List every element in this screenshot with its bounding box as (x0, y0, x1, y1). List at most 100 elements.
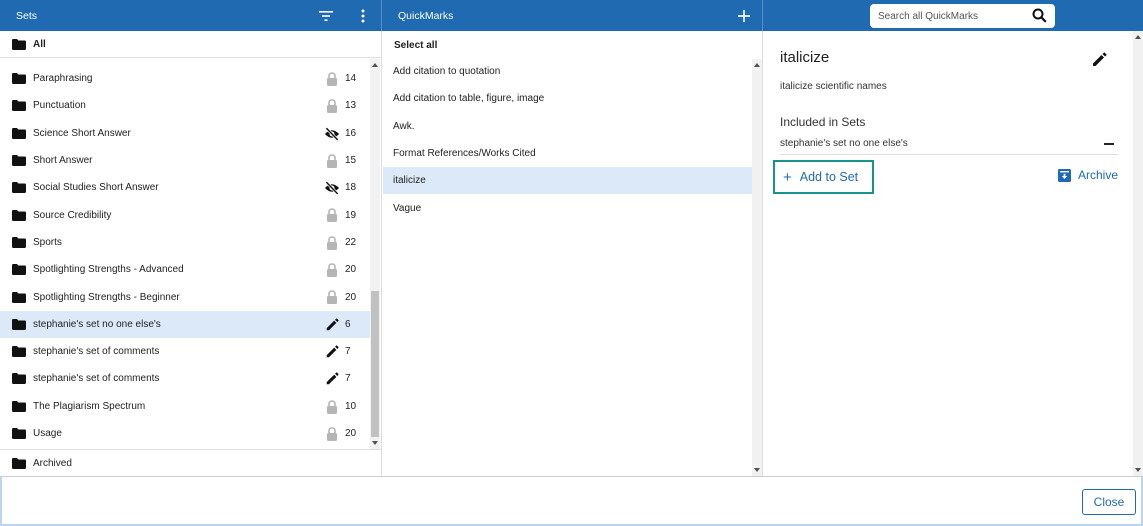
search-input[interactable] (878, 10, 1028, 22)
folder-icon (12, 373, 26, 385)
close-button[interactable]: Close (1082, 489, 1136, 515)
quickmark-list-item[interactable]: Format References/Works Cited (383, 140, 752, 167)
quickmark-list-item[interactable]: italicize (383, 167, 752, 195)
sets-scrollbar[interactable] (370, 59, 380, 449)
pencil-icon[interactable] (324, 344, 340, 360)
set-count: 20 (345, 264, 357, 276)
set-label: stephanie's set of comments (33, 373, 160, 385)
set-label: Science Short Answer (33, 127, 131, 139)
set-count: 15 (345, 155, 357, 167)
quickmarks-scrollbar[interactable] (752, 59, 762, 476)
lock-icon (324, 426, 340, 442)
set-list-item[interactable]: Science Short Answer 16 (0, 120, 370, 147)
included-set-label: stephanie's set no one else's (780, 138, 908, 149)
search-icon[interactable] (1032, 8, 1047, 26)
set-list-item[interactable]: stephanie's set of comments 7 (0, 338, 370, 365)
lock-icon (324, 153, 340, 169)
set-label: stephanie's set of comments (33, 346, 160, 358)
set-label: Punctuation (33, 100, 86, 112)
scroll-down-arrow[interactable] (372, 441, 378, 445)
folder-icon (12, 182, 26, 194)
set-count: 20 (345, 291, 357, 303)
edit-pencil-icon[interactable] (1091, 52, 1107, 68)
pencil-icon[interactable] (324, 371, 340, 387)
set-count: 6 (345, 318, 351, 330)
set-count: 20 (345, 428, 357, 439)
remove-minus-icon[interactable] (1104, 143, 1114, 145)
filter-icon[interactable] (317, 7, 335, 25)
folder-icon (12, 346, 26, 358)
included-in-sets-heading: Included in Sets (780, 115, 866, 129)
lock-icon (324, 289, 340, 305)
scroll-up-arrow[interactable] (372, 63, 378, 67)
scroll-up-arrow[interactable] (1135, 35, 1141, 39)
set-list-item[interactable]: The Plagiarism Spectrum 10 (0, 393, 370, 420)
quickmarks-header: QuickMarks (383, 0, 763, 31)
set-label: The Plagiarism Spectrum (33, 400, 146, 412)
dialog-footer: Close (0, 476, 1143, 526)
sets-archived-row[interactable]: Archived (0, 449, 382, 476)
quickmark-list-item[interactable]: Vague (383, 194, 752, 221)
lock-icon (324, 207, 340, 223)
set-label: Source Credibility (33, 209, 112, 221)
set-count: 18 (345, 182, 357, 194)
folder-icon (12, 264, 26, 276)
search-quickmarks[interactable] (870, 4, 1055, 28)
select-all-link[interactable]: Select all (394, 40, 437, 51)
eye-off-icon (324, 180, 340, 196)
quickmark-list-item[interactable]: Add citation to table, figure, image (383, 85, 752, 112)
set-list-item[interactable]: Social Studies Short Answer 18 (0, 174, 370, 201)
set-list-item[interactable]: stephanie's set no one else's 6 (0, 310, 370, 338)
quickmark-label: Vague (393, 202, 422, 214)
set-label: Social Studies Short Answer (33, 182, 159, 194)
set-list-item[interactable]: Spotlighting Strengths - Advanced 20 (0, 256, 370, 283)
set-list-item[interactable]: Paraphrasing 14 (0, 65, 370, 92)
set-list-item[interactable]: Spotlighting Strengths - Beginner 20 (0, 283, 370, 310)
set-label: Spotlighting Strengths - Advanced (33, 264, 184, 276)
detail-scrollbar[interactable] (1133, 31, 1143, 476)
sets-header-title: Sets (16, 9, 38, 22)
scroll-down-arrow[interactable] (754, 468, 760, 472)
folder-icon (12, 38, 26, 50)
scroll-down-arrow[interactable] (1135, 468, 1141, 472)
set-list-item[interactable]: Usage 20 (0, 420, 370, 447)
sets-list: Paraphrasing 14 Punctuation 13 Science Short… (0, 65, 370, 447)
folder-icon (12, 291, 26, 303)
eye-off-icon (324, 126, 340, 142)
folder-icon (12, 127, 26, 139)
add-to-set-button[interactable]: + Add to Set (773, 160, 874, 194)
sets-header: Sets (0, 0, 382, 31)
pencil-icon[interactable] (324, 317, 340, 333)
set-label: Spotlighting Strengths - Beginner (33, 291, 180, 303)
set-list-item[interactable]: Short Answer 15 (0, 147, 370, 174)
set-list-item[interactable]: stephanie's set of comments 7 (0, 365, 370, 392)
folder-icon (12, 236, 26, 248)
quickmark-detail-panel: italicize italicize scientific names Inc… (764, 31, 1143, 476)
quickmarks-list: Add citation to quotation Add citation to… (383, 58, 752, 222)
set-list-item[interactable]: Punctuation 13 (0, 92, 370, 119)
folder-icon (12, 209, 26, 221)
quickmark-list-item[interactable]: Awk. (383, 113, 752, 140)
folder-icon (12, 457, 26, 469)
folder-icon (12, 73, 26, 85)
set-count: 10 (345, 400, 357, 412)
quickmark-label: Add citation to quotation (393, 66, 501, 78)
folder-icon (12, 100, 26, 112)
quickmark-label: Add citation to table, figure, image (393, 93, 545, 105)
add-quickmark-icon[interactable] (735, 7, 753, 25)
archive-button[interactable]: Archive (1058, 168, 1118, 182)
folder-icon (12, 318, 26, 330)
set-count: 7 (345, 373, 351, 385)
scroll-thumb[interactable] (371, 291, 379, 437)
folder-icon (12, 428, 26, 439)
scroll-up-arrow[interactable] (754, 63, 760, 67)
set-label: Paraphrasing (33, 73, 93, 85)
more-options-icon[interactable] (354, 7, 372, 25)
set-list-item[interactable]: Source Credibility 19 (0, 201, 370, 228)
quickmarks-panel: Select all Add citation to quotation Add … (383, 31, 763, 476)
quickmark-list-item[interactable]: Add citation to quotation (383, 58, 752, 85)
set-list-item[interactable]: Sports 22 (0, 229, 370, 256)
sets-all-label: All (33, 38, 46, 50)
sets-all-row[interactable]: All (0, 31, 382, 58)
lock-icon (324, 98, 340, 114)
